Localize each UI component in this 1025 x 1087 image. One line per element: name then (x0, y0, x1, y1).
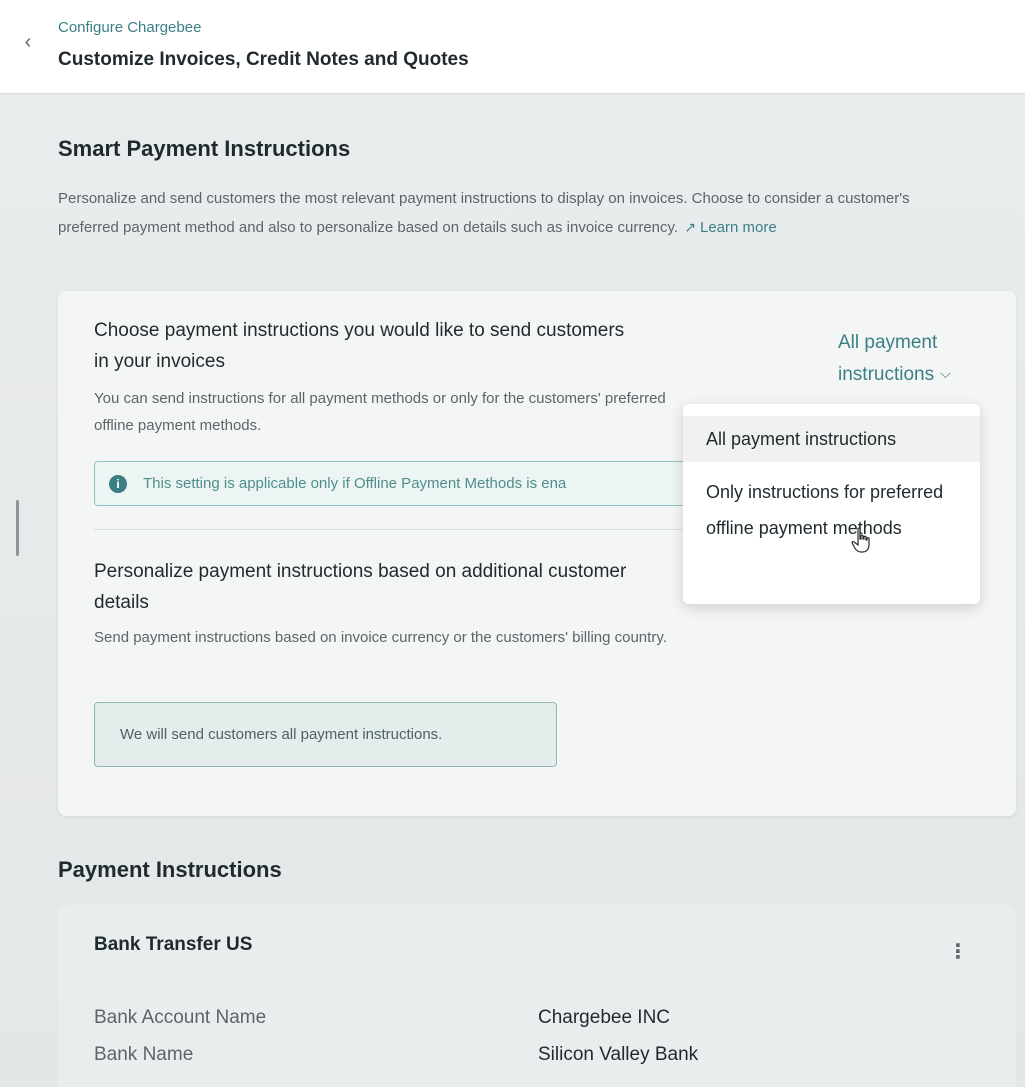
choose-subtext: You can send instructions for all paymen… (94, 390, 666, 434)
chevron-left-icon[interactable]: ‹ (16, 30, 40, 54)
section-description: Personalize and send customers the most … (58, 185, 968, 242)
bank-transfer-card: Bank Transfer US ⋮ Bank Account Name Cha… (58, 905, 1016, 1087)
payment-instructions-dropdown[interactable]: All payment instructions ⌵ (838, 327, 988, 391)
bank-row-value: Silicon Valley Bank (538, 1044, 699, 1065)
top-header: ‹ Configure Chargebee Customize Invoices… (0, 0, 1025, 94)
personalize-subtext: Send payment instructions based on invoi… (94, 629, 667, 646)
divider (94, 529, 694, 530)
dropdown-menu: All payment instructions Only instructio… (683, 404, 980, 604)
summary-box: We will send customers all payment instr… (94, 702, 557, 767)
bank-row-label: Bank Account Name (94, 1007, 267, 1028)
payment-instructions-title: Payment Instructions (58, 857, 282, 882)
option-preferred-offline-methods[interactable]: Only instructions for preferred offline … (683, 474, 980, 546)
breadcrumb[interactable]: Configure Chargebee (58, 19, 201, 36)
external-link-icon: ↗ (684, 219, 696, 235)
description-text: Personalize and send customers the most … (58, 190, 910, 236)
learn-more-link[interactable]: Learn more (700, 219, 777, 236)
page-title: Customize Invoices, Credit Notes and Quo… (58, 49, 469, 70)
info-note-text: This setting is applicable only if Offli… (143, 475, 567, 492)
scroll-indicator[interactable] (16, 500, 19, 556)
info-note: i This setting is applicable only if Off… (94, 461, 704, 506)
info-icon: i (109, 475, 127, 493)
section-title: Smart Payment Instructions (58, 136, 351, 161)
personalize-heading: Personalize payment instructions based o… (94, 561, 627, 613)
bank-row-value: Chargebee INC (538, 1007, 671, 1028)
dropdown-selected-value: All payment instructions (838, 332, 938, 385)
option-all-payment-instructions[interactable]: All payment instructions (683, 416, 980, 462)
chevron-down-icon: ⌵ (940, 365, 951, 381)
bank-card-title: Bank Transfer US (94, 934, 253, 955)
kebab-menu-icon[interactable]: ⋮ (948, 939, 968, 965)
choose-heading: Choose payment instructions you would li… (94, 320, 625, 372)
hand-pointer-icon (851, 527, 870, 553)
bank-row-label: Bank Name (94, 1044, 194, 1065)
